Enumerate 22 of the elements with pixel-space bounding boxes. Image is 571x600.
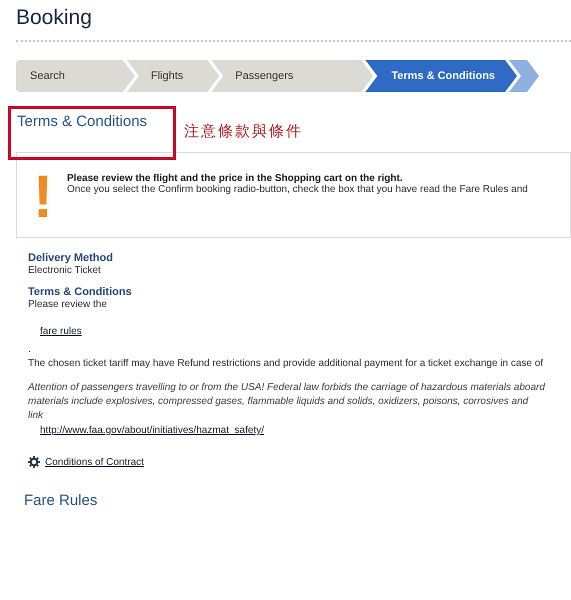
hazmat-link[interactable]: http://www.faa.gov/about/initiatives/hazmat_safety/ xyxy=(40,425,264,436)
period-text: . xyxy=(28,343,32,357)
detail-text: Electronic Ticket xyxy=(28,264,102,278)
step-tab[interactable]: Search xyxy=(16,60,135,92)
page-title: Booking xyxy=(16,6,93,30)
step-tab[interactable]: Flights xyxy=(126,60,220,92)
section-title: Fare Rules xyxy=(24,492,98,509)
notice-text: Once you select the Confirm booking radio-button, check the box that you have read the Fare Rules and xyxy=(67,184,528,195)
step-tab[interactable]: Terms & Conditions xyxy=(365,60,518,92)
link-label: link xyxy=(28,409,44,423)
section-title: Terms & Conditions xyxy=(17,113,148,130)
tariff-note: The chosen ticket tariff may have Refund restrictions and provide additional payment for a ticket exchange in case of xyxy=(28,357,544,371)
fare-rules-link[interactable]: fare rules xyxy=(40,326,82,337)
detail-text: Please review the xyxy=(28,298,108,312)
detail-heading: Delivery Method xyxy=(28,252,114,264)
exclamation-icon: ! xyxy=(33,167,49,227)
detail-heading: Terms & Conditions xyxy=(28,286,133,298)
annotation-text: 注意條款與條件 xyxy=(184,122,303,141)
contract-link[interactable]: Conditions of Contract xyxy=(45,456,144,468)
step-tab[interactable]: Passengers xyxy=(211,60,374,92)
gear-icon xyxy=(28,456,40,468)
notice-headline: Please review the flight and the price in the Shopping cart on the right. xyxy=(67,173,404,184)
